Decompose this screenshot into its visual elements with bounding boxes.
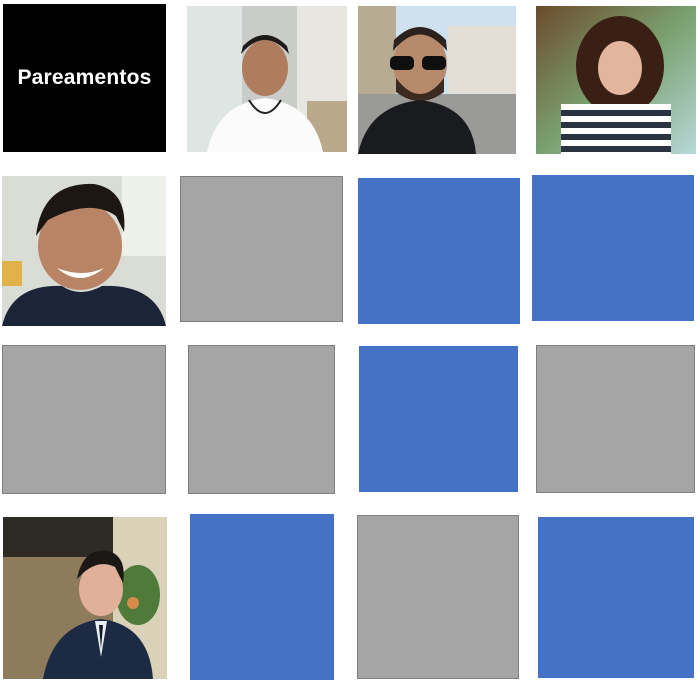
blue-tile <box>358 178 520 324</box>
title-text: Pareamentos <box>17 66 152 89</box>
blue-tile <box>538 517 694 678</box>
gray-tile <box>357 515 519 679</box>
gray-tile <box>536 345 695 493</box>
photo-man-white-shirt <box>187 6 347 152</box>
blue-tile <box>359 346 518 492</box>
photo-man-smiling-hoodie <box>2 176 166 326</box>
gray-tile <box>188 345 335 494</box>
photo-man-suit <box>3 517 167 679</box>
gray-tile <box>180 176 343 322</box>
blue-tile <box>532 175 694 321</box>
title-tile: Pareamentos <box>3 4 166 152</box>
blue-tile <box>190 514 334 680</box>
photo-woman-curly-hair <box>536 6 696 154</box>
photo-man-sunglasses <box>358 6 516 154</box>
gray-tile <box>2 345 166 494</box>
